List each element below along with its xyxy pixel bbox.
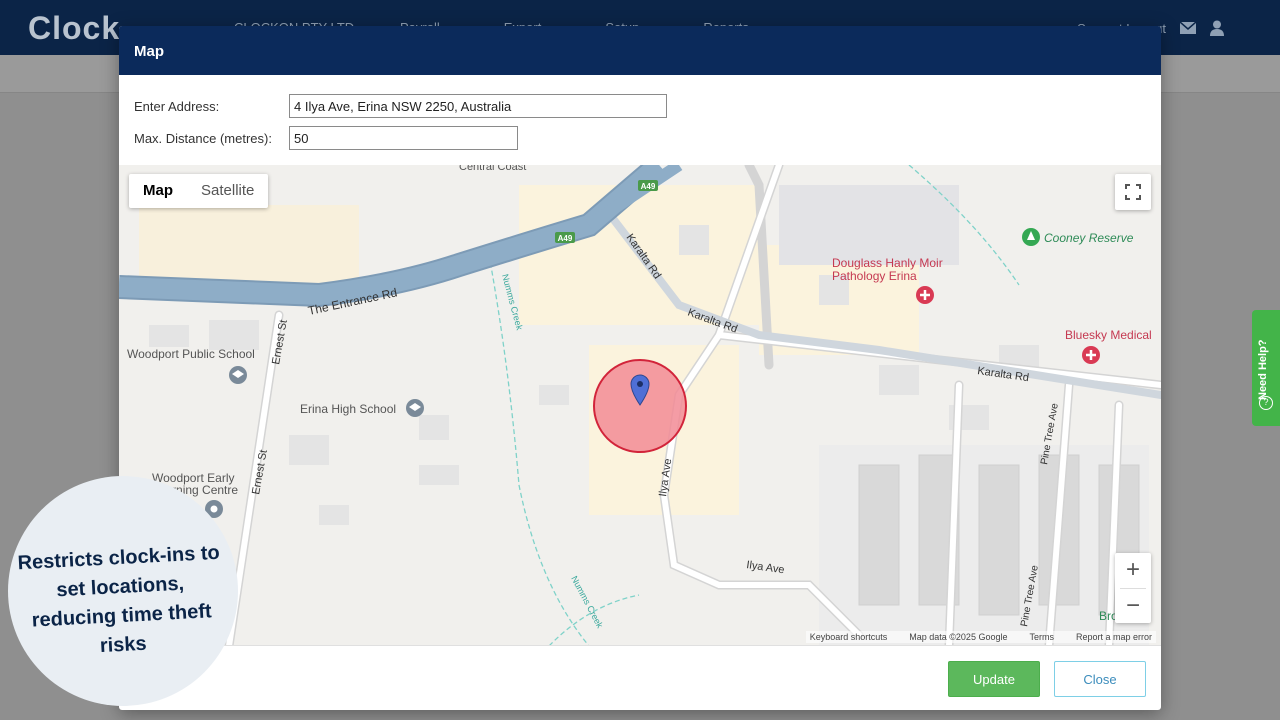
zoom-in-button[interactable]: + [1115, 553, 1151, 588]
dialog-title: Map [119, 26, 1161, 75]
dialog-footer: Update Close [119, 646, 1161, 710]
fullscreen-icon [1125, 184, 1141, 200]
terms-link[interactable]: Terms [1029, 632, 1054, 642]
geofence-radius [593, 359, 687, 453]
poi-label-erina-high-school: Erina High School [300, 402, 396, 416]
zoom-out-button[interactable]: − [1115, 589, 1151, 624]
update-button[interactable]: Update [948, 661, 1040, 697]
distance-input[interactable] [289, 126, 518, 150]
road-shield-a49: A49 [641, 182, 656, 191]
map-attribution: Keyboard shortcuts Map data ©2025 Google… [805, 631, 1156, 643]
map-canvas[interactable]: A49 A49 The Entrance Rd Central Coast Ka… [119, 165, 1161, 646]
fullscreen-button[interactable] [1115, 174, 1151, 210]
poi-label-douglass-hanly-moir: Douglass Hanly Moir [832, 256, 943, 270]
close-button[interactable]: Close [1054, 661, 1146, 697]
place-label-central-coast: Central Coast [459, 165, 526, 173]
user-icon[interactable] [1210, 20, 1224, 36]
poi-label-bluesky-medical: Bluesky Medical [1065, 328, 1152, 342]
address-label: Enter Address: [134, 98, 220, 114]
keyboard-shortcuts-link[interactable]: Keyboard shortcuts [810, 632, 888, 642]
map-dialog: Map Enter Address: Max. Distance (metres… [119, 26, 1161, 710]
poi-label-woodport-public-school: Woodport Public School [127, 347, 255, 361]
need-help-tab[interactable]: ? Need Help? [1252, 310, 1280, 426]
address-input[interactable] [289, 94, 667, 118]
map-type-control: Map Satellite [129, 174, 269, 208]
map-view[interactable]: A49 A49 The Entrance Rd Central Coast Ka… [119, 165, 1161, 646]
map-type-satellite[interactable]: Satellite [187, 174, 268, 208]
distance-label: Max. Distance (metres): [134, 130, 272, 146]
feature-callout-text: Restricts clock-ins to set locations, re… [17, 541, 221, 658]
map-data-label: Map data ©2025 Google [909, 632, 1008, 642]
zoom-control: + − [1115, 553, 1151, 623]
map-type-map[interactable]: Map [129, 174, 187, 208]
poi-label-cooney-reserve: Cooney Reserve [1044, 231, 1134, 245]
report-error-link[interactable]: Report a map error [1076, 632, 1152, 642]
poi-label-pathology-erina: Pathology Erina [832, 269, 917, 283]
need-help-label: Need Help? [1257, 339, 1269, 400]
mail-icon[interactable] [1180, 22, 1196, 34]
app-logo: Clock [28, 10, 121, 46]
road-shield-a49: A49 [558, 234, 573, 243]
address-row: Enter Address: [134, 94, 667, 118]
distance-row: Max. Distance (metres): [134, 126, 518, 150]
